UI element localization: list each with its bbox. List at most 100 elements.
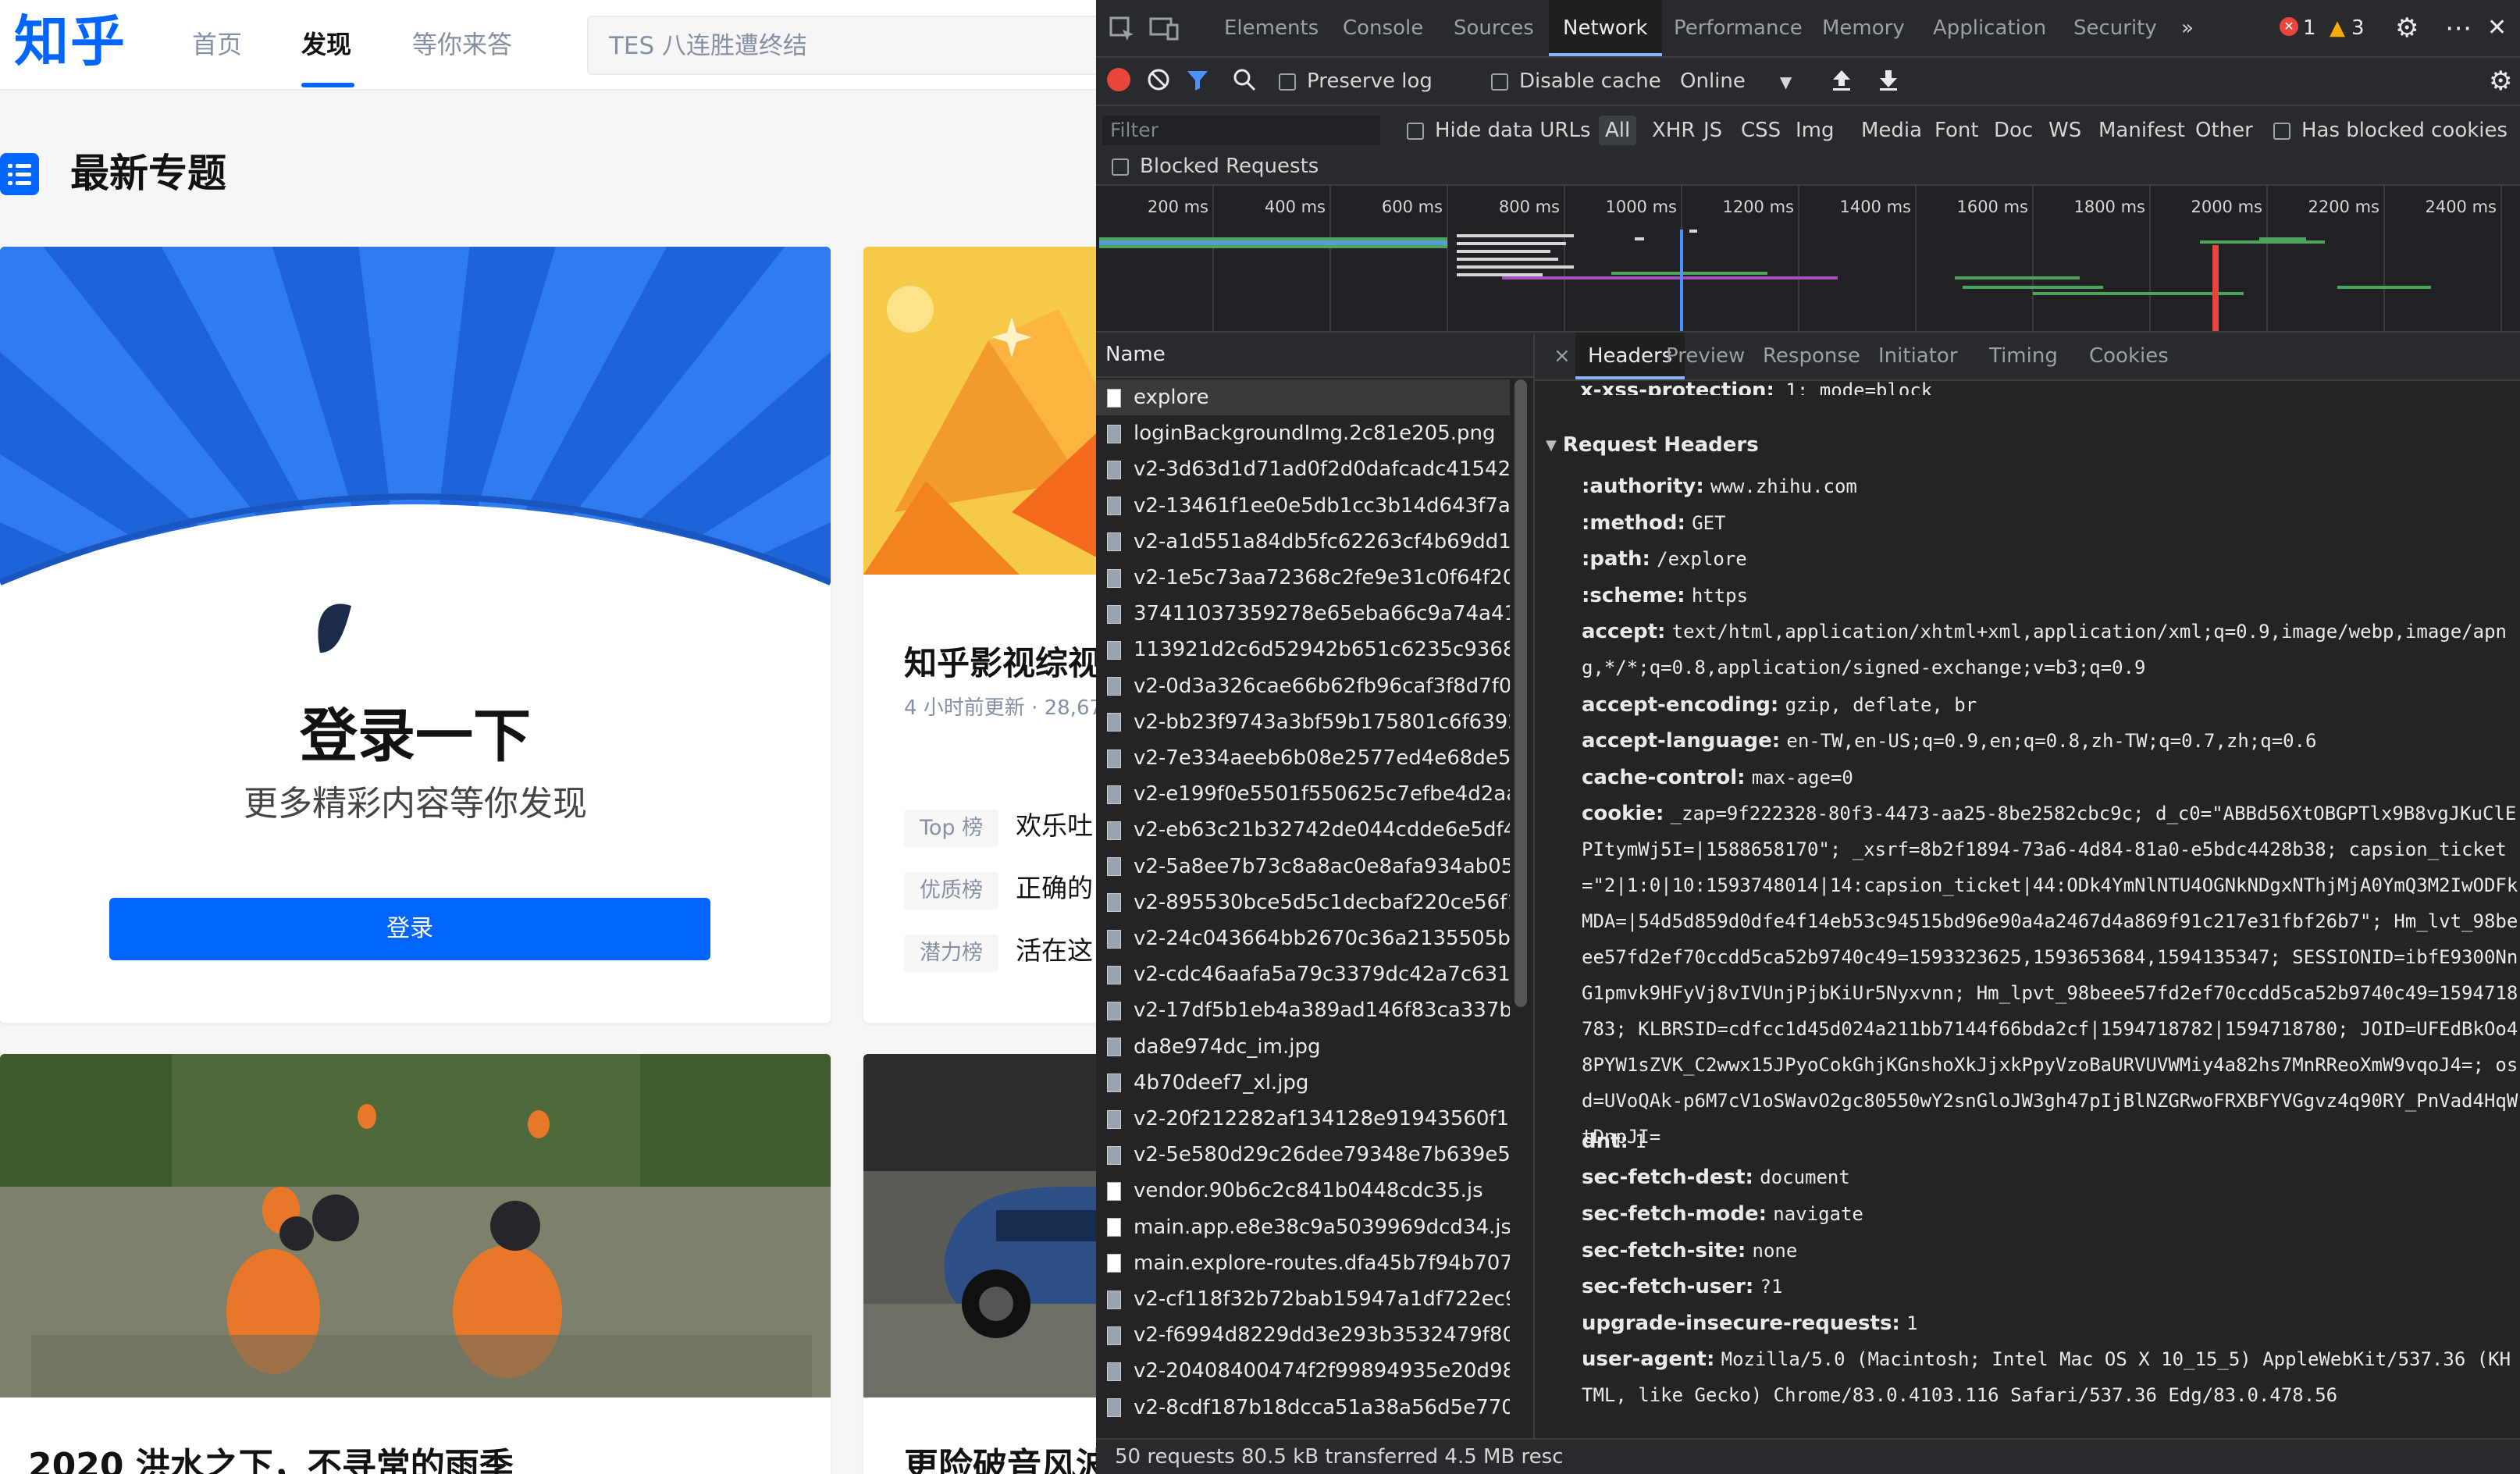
request-row[interactable]: explore xyxy=(1096,379,1510,415)
request-row[interactable]: v2-eb63c21b32742de044cdde6e5df4e... xyxy=(1096,812,1510,848)
warning-icon[interactable]: ▲ xyxy=(2330,0,2345,56)
hide-data-urls-checkbox[interactable]: Hide data URLs xyxy=(1407,116,1591,145)
request-row[interactable]: v2-20408400474f2f99894935e20d989a... xyxy=(1096,1353,1510,1389)
header-value: 1 xyxy=(1635,1130,1646,1152)
request-row[interactable]: v2-7e334aeeb6b08e2577ed4e68de5bd... xyxy=(1096,740,1510,776)
settings-gear-icon[interactable]: ⚙ xyxy=(2395,0,2419,56)
request-row[interactable]: 4b70deef7_xl.jpg xyxy=(1096,1065,1510,1101)
nav-waiting-answers[interactable]: 等你来答 xyxy=(412,28,512,61)
request-row[interactable]: v2-1e5c73aa72368c2fe9e31c0f64f204c... xyxy=(1096,560,1510,596)
search-icon[interactable] xyxy=(1232,67,1257,95)
rank-top[interactable]: Top 榜欢乐吐 xyxy=(904,807,1093,849)
network-overview-timeline[interactable]: 200 ms 400 ms 600 ms 800 ms 1000 ms 1200… xyxy=(1096,186,2520,333)
more-tabs-button[interactable]: » xyxy=(2181,0,2194,56)
inspect-element-icon[interactable] xyxy=(1109,0,1135,56)
filter-type-css[interactable]: CSS xyxy=(1741,116,1781,145)
request-list-header[interactable]: Name xyxy=(1096,333,1533,378)
request-row[interactable]: 37411037359278e65eba66c9a74a411... xyxy=(1096,596,1510,632)
request-row[interactable]: loginBackgroundImg.2c81e205.png xyxy=(1096,415,1510,451)
export-har-icon[interactable] xyxy=(1877,67,1900,95)
request-row[interactable]: v2-cdc46aafa5a79c3379dc42a7c6316c... xyxy=(1096,956,1510,992)
request-row[interactable]: v2-13461f1ee0e5db1cc3b14d643f7a7b... xyxy=(1096,488,1510,524)
request-row[interactable]: da8e974dc_im.jpg xyxy=(1096,1029,1510,1065)
error-icon[interactable]: ✕ xyxy=(2280,17,2298,36)
detail-tab-cookies[interactable]: Cookies xyxy=(2089,333,2169,379)
filter-type-all[interactable]: All xyxy=(1599,116,1637,145)
login-button[interactable]: 登录 xyxy=(109,898,710,960)
filter-type-font[interactable]: Font xyxy=(1934,116,1979,145)
rank-potential[interactable]: 潜力榜 活在这 xyxy=(904,932,1093,974)
request-row[interactable]: main.explore-routes.dfa45b7f94b70773... xyxy=(1096,1245,1510,1281)
record-icon[interactable] xyxy=(1107,68,1130,91)
flood-card-title[interactable]: 2020 洪水之下，不寻常的雨季 xyxy=(28,1443,514,1474)
tab-application[interactable]: Application xyxy=(1933,0,2046,56)
filter-type-ws[interactable]: WS xyxy=(2048,116,2081,145)
topic-card[interactable]: 知乎影视综视 4 小时前更新 · 28,67 Top 榜欢乐吐 优质榜 正确的 潜… xyxy=(863,247,1096,1023)
detail-tab-timing[interactable]: Timing xyxy=(1989,333,2058,379)
filter-type-manifest[interactable]: Manifest xyxy=(2098,116,2185,145)
detail-tab-initiator[interactable]: Initiator xyxy=(1878,333,1958,379)
search-input[interactable]: TES 八连胜遭终结 xyxy=(587,16,1096,75)
clear-icon[interactable] xyxy=(1146,67,1171,95)
throttling-select[interactable]: Online ▼ xyxy=(1680,58,1792,105)
filter-funnel-icon[interactable] xyxy=(1185,67,1210,95)
preserve-log-checkbox[interactable]: Preserve log xyxy=(1279,58,1433,105)
warning-count[interactable]: 3 xyxy=(2351,0,2365,56)
filter-type-other[interactable]: Other xyxy=(2195,116,2253,145)
disable-cache-checkbox[interactable]: Disable cache xyxy=(1491,58,1661,105)
request-row[interactable]: v2-5a8ee7b73c8a8ac0e8afa934ab053c... xyxy=(1096,849,1510,885)
filter-type-xhr[interactable]: XHR xyxy=(1652,116,1695,145)
request-row[interactable]: v2-895530bce5d5c1decbaf220ce56f1e... xyxy=(1096,885,1510,920)
filter-input[interactable]: Filter xyxy=(1102,116,1380,145)
filter-type-img[interactable]: Img xyxy=(1796,116,1835,145)
more-options-icon[interactable]: ⋯ xyxy=(2445,0,2472,56)
tab-performance[interactable]: Performance xyxy=(1674,0,1803,56)
filter-type-js[interactable]: JS xyxy=(1703,116,1722,145)
filter-type-media[interactable]: Media xyxy=(1861,116,1922,145)
request-headers-section-toggle[interactable]: ▼ Request Headers xyxy=(1546,429,1759,461)
import-har-icon[interactable] xyxy=(1830,67,1853,95)
filter-type-doc[interactable]: Doc xyxy=(1994,116,2033,145)
detail-tab-preview[interactable]: Preview xyxy=(1666,333,1745,379)
device-toolbar-icon[interactable] xyxy=(1149,0,1179,56)
nav-explore[interactable]: 发现 xyxy=(301,28,351,61)
request-row[interactable]: v2-e199f0e5501f550625c7efbe4d2aa4... xyxy=(1096,776,1510,812)
zhihu-logo[interactable]: 知乎 xyxy=(14,8,126,75)
header-row: accept-language: en-TW,en-US;q=0.9,en;q=… xyxy=(1582,723,2518,759)
request-row[interactable]: v2-0d3a326cae66b62fb96caf3f8d7f076... xyxy=(1096,668,1510,704)
error-count[interactable]: 1 xyxy=(2303,0,2316,56)
request-row[interactable]: v2-cf118f32b72bab15947a1df722ec9d... xyxy=(1096,1281,1510,1317)
request-row[interactable]: vendor.90b6c2c841b0448cdc35.js xyxy=(1096,1173,1510,1209)
request-row[interactable]: v2-24c043664bb2670c36a2135505b33... xyxy=(1096,920,1510,956)
detail-tab-response[interactable]: Response xyxy=(1763,333,1860,379)
car-card-title[interactable]: 更险破音风波 xyxy=(904,1443,1096,1474)
request-list-scrollbar[interactable] xyxy=(1514,379,1527,1007)
flood-card[interactable]: 2020 洪水之下，不寻常的雨季 xyxy=(0,1054,831,1474)
request-row[interactable]: v2-20f212282af134128e91943560f1d4... xyxy=(1096,1101,1510,1137)
tab-elements[interactable]: Elements xyxy=(1224,0,1319,56)
request-row[interactable]: v2-3d63d1d71ad0f2d0dafcadc415424... xyxy=(1096,451,1510,487)
close-detail-icon[interactable]: × xyxy=(1554,333,1571,379)
blocked-requests-checkbox[interactable]: Blocked Requests xyxy=(1112,151,1319,181)
request-row[interactable]: v2-bb23f9743a3bf59b175801c6f6392f... xyxy=(1096,704,1510,740)
close-devtools-icon[interactable]: ✕ xyxy=(2487,0,2507,56)
tab-console[interactable]: Console xyxy=(1343,0,1423,56)
request-row[interactable]: v2-5e580d29c26dee79348e7b639e587... xyxy=(1096,1137,1510,1173)
nav-home[interactable]: 首页 xyxy=(192,28,242,61)
car-card[interactable]: 更险破音风波 xyxy=(863,1054,1096,1474)
tab-security[interactable]: Security xyxy=(2073,0,2157,56)
tab-network[interactable]: Network xyxy=(1549,0,1662,56)
tab-memory[interactable]: Memory xyxy=(1822,0,1905,56)
network-settings-gear-icon[interactable]: ⚙ xyxy=(2489,53,2512,109)
request-row[interactable]: main.app.e8e38c9a5039969dcd34.js xyxy=(1096,1209,1510,1245)
request-row[interactable]: v2-a1d551a84db5fc62263cf4b69dd11... xyxy=(1096,524,1510,560)
has-blocked-cookies-checkbox[interactable]: Has blocked cookies xyxy=(2273,116,2508,145)
topic-title[interactable]: 知乎影视综视 xyxy=(904,642,1096,685)
request-row[interactable]: v2-8cdf187b18dcca51a38a56d5e7709... xyxy=(1096,1390,1510,1426)
request-row[interactable]: 113921d2c6d52942b651c6235c93684... xyxy=(1096,632,1510,668)
request-row[interactable]: v2-f6994d8229dd3e293b3532479f80d... xyxy=(1096,1317,1510,1353)
tab-sources[interactable]: Sources xyxy=(1454,0,1534,56)
request-row[interactable]: v2-17df5b1eb4a389ad146f83ca337b6a... xyxy=(1096,992,1510,1028)
image-file-icon xyxy=(1107,1326,1121,1345)
rank-quality[interactable]: 优质榜 正确的 xyxy=(904,870,1093,912)
